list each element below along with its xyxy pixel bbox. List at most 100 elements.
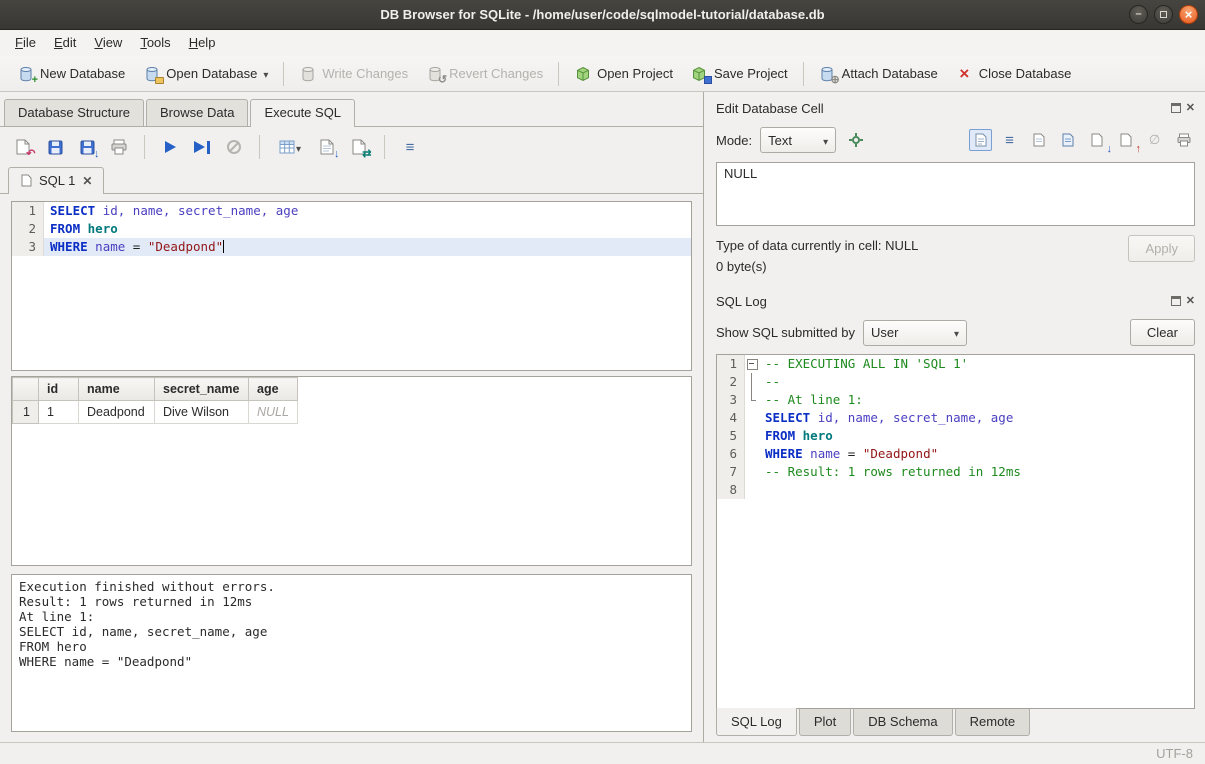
encoding-indicator: UTF-8 <box>1156 746 1193 761</box>
copy-cell-button[interactable] <box>1027 129 1050 151</box>
cell-age[interactable]: NULL <box>249 401 298 424</box>
close-panel-icon[interactable]: ✕ <box>1186 103 1195 114</box>
play-icon <box>165 141 176 153</box>
code-line: 3WHERE name = "Deadpond" <box>12 238 691 256</box>
titlebar[interactable]: DB Browser for SQLite - /home/user/code/… <box>0 0 1205 30</box>
attach-database-button[interactable]: Attach Database <box>810 60 947 87</box>
print-sql-button[interactable] <box>106 135 132 159</box>
line-number: 4 <box>717 409 745 427</box>
word-wrap-button[interactable] <box>998 129 1021 151</box>
set-null-button[interactable] <box>1143 129 1166 151</box>
sql-file-tab[interactable]: SQL 1 ✕ <box>8 167 104 194</box>
code-line: 5FROM hero <box>717 427 1194 445</box>
results-grid[interactable]: id name secret_name age 1 1 Deadpond Div… <box>11 376 692 566</box>
float-panel-icon[interactable] <box>1171 296 1181 306</box>
window-title: DB Browser for SQLite - /home/user/code/… <box>380 7 824 22</box>
line-number: 3 <box>12 238 44 256</box>
toolbar-separator <box>259 135 260 159</box>
revert-changes-button[interactable]: Revert Changes <box>417 60 552 87</box>
code-text: -- EXECUTING ALL IN 'SQL 1' <box>759 355 1194 373</box>
clear-log-button[interactable]: Clear <box>1130 319 1195 346</box>
save-project-label: Save Project <box>714 66 788 81</box>
new-database-label: New Database <box>40 66 125 81</box>
chevron-down-icon <box>954 325 959 340</box>
code-text: FROM hero <box>44 220 691 238</box>
export-results-button[interactable] <box>272 135 308 159</box>
log-filter-select[interactable]: User <box>863 320 967 346</box>
menu-view[interactable]: View <box>85 30 131 56</box>
sql-log-view[interactable]: 1-- EXECUTING ALL IN 'SQL 1'2--3-- At li… <box>716 354 1195 709</box>
close-panel-icon[interactable]: ✕ <box>1186 296 1195 307</box>
tab-remote[interactable]: Remote <box>955 709 1031 736</box>
app-window: DB Browser for SQLite - /home/user/code/… <box>0 0 1205 764</box>
column-header-name[interactable]: name <box>79 378 155 401</box>
open-database-button[interactable]: Open Database <box>134 60 277 87</box>
import-cell-data-button[interactable] <box>1085 129 1108 151</box>
open-in-external-app-button[interactable] <box>844 129 867 151</box>
code-line: 4SELECT id, name, secret_name, age <box>717 409 1194 427</box>
play-icon <box>194 141 205 153</box>
menu-help[interactable]: Help <box>180 30 225 56</box>
column-header-secret-name[interactable]: secret_name <box>155 378 249 401</box>
open-sql-file-button[interactable] <box>10 135 36 159</box>
save-results-button[interactable] <box>314 135 340 159</box>
save-sql-file-button[interactable] <box>42 135 68 159</box>
print-cell-button[interactable] <box>1172 129 1195 151</box>
printer-icon <box>1177 133 1191 147</box>
mode-select[interactable]: Text <box>760 127 836 153</box>
float-panel-icon[interactable] <box>1171 103 1181 113</box>
save-project-button[interactable]: Save Project <box>682 60 797 87</box>
tab-sql-log[interactable]: SQL Log <box>716 708 797 736</box>
save-sql-file-as-button[interactable] <box>74 135 100 159</box>
plus-badge-icon: + <box>32 75 38 86</box>
text-mode-button[interactable] <box>969 129 992 151</box>
column-header-id[interactable]: id <box>39 378 79 401</box>
menu-edit[interactable]: Edit <box>45 30 85 56</box>
gear-icon <box>849 133 863 147</box>
paste-cell-button[interactable] <box>1056 129 1079 151</box>
right-panel: Edit Database Cell ✕ Mode: Text <box>704 92 1205 742</box>
export-icon <box>1120 133 1132 147</box>
import-arrow-icon <box>1107 144 1113 155</box>
close-database-button[interactable]: × Close Database <box>947 60 1081 87</box>
maximize-icon <box>1160 11 1167 18</box>
menu-file[interactable]: File <box>6 30 45 56</box>
close-tab-icon[interactable]: ✕ <box>82 175 92 187</box>
menu-tools[interactable]: Tools <box>131 30 179 56</box>
sql-editor[interactable]: 1SELECT id, name, secret_name, age2FROM … <box>11 201 692 371</box>
cell-editor[interactable]: NULL <box>716 162 1195 226</box>
panel-controls: ✕ <box>1171 296 1195 307</box>
tab-browse-data[interactable]: Browse Data <box>146 99 248 126</box>
execute-current-line-button[interactable] <box>189 135 215 159</box>
open-project-button[interactable]: Open Project <box>565 60 682 87</box>
row-number-cell[interactable]: 1 <box>13 401 39 424</box>
new-database-button[interactable]: + New Database <box>8 60 134 87</box>
table-grid-icon <box>279 139 296 156</box>
copy-icon <box>1033 133 1045 147</box>
database-write-icon <box>299 65 316 82</box>
save-sql-file-as-icon <box>79 139 96 156</box>
execute-all-button[interactable] <box>157 135 183 159</box>
edit-cell-title: Edit Database Cell <box>716 101 1171 116</box>
close-window-button[interactable]: × <box>1179 5 1198 24</box>
tab-execute-sql[interactable]: Execute SQL <box>250 99 355 127</box>
line-number: 1 <box>717 355 745 373</box>
format-sql-button[interactable] <box>397 135 423 159</box>
export-cell-data-button[interactable] <box>1114 129 1137 151</box>
revert-changes-label: Revert Changes <box>449 66 543 81</box>
apply-button[interactable]: Apply <box>1128 235 1195 262</box>
write-changes-button[interactable]: Write Changes <box>290 60 417 87</box>
cell-secret-name[interactable]: Dive Wilson <box>155 401 249 424</box>
tab-database-structure[interactable]: Database Structure <box>4 99 144 126</box>
maximize-button[interactable] <box>1154 5 1173 24</box>
column-header-age[interactable]: age <box>249 378 298 401</box>
fold-marker[interactable] <box>745 355 759 373</box>
stop-execution-button[interactable] <box>221 135 247 159</box>
attach-badge-icon <box>830 75 839 86</box>
tab-db-schema[interactable]: DB Schema <box>853 709 952 736</box>
cell-id[interactable]: 1 <box>39 401 79 424</box>
cell-name[interactable]: Deadpond <box>79 401 155 424</box>
minimize-button[interactable]: – <box>1129 5 1148 24</box>
find-replace-button[interactable] <box>346 135 372 159</box>
tab-plot[interactable]: Plot <box>799 709 851 736</box>
